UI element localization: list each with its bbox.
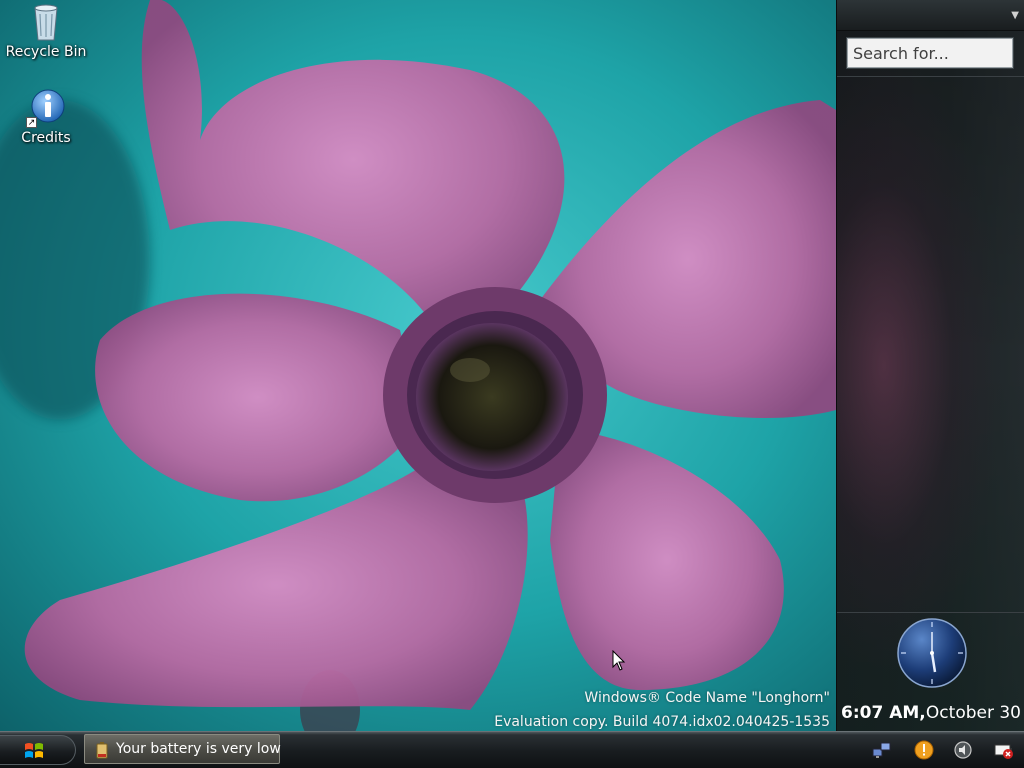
desktop-icon-recycle-bin[interactable]: Recycle Bin bbox=[0, 2, 92, 60]
mouse-cursor-icon bbox=[612, 649, 626, 676]
watermark-line-1: Windows® Code Name "Longhorn" bbox=[584, 690, 830, 706]
sidebar: ▼ 6:07 AM, Octob bbox=[836, 0, 1024, 731]
network-icon[interactable] bbox=[872, 740, 892, 760]
desktop-icon-label: Credits bbox=[21, 130, 71, 146]
taskbar: Your battery is very low bbox=[0, 731, 1024, 768]
start-button[interactable] bbox=[0, 735, 76, 765]
recycle-bin-icon bbox=[26, 2, 66, 42]
notification-icon[interactable] bbox=[914, 740, 934, 760]
clock-time: 6:07 AM, bbox=[841, 703, 926, 723]
shortcut-arrow-icon: ↗ bbox=[26, 117, 37, 128]
analog-clock-icon[interactable] bbox=[895, 616, 969, 690]
battery-warning-icon bbox=[95, 741, 109, 759]
build-watermark: Windows® Code Name "Longhorn" Evaluation… bbox=[494, 686, 830, 734]
taskbar-item-battery[interactable]: Your battery is very low bbox=[84, 734, 281, 764]
desktop-wallpaper bbox=[0, 0, 836, 731]
clock-date: October 30 bbox=[925, 703, 1021, 723]
sidebar-divider bbox=[837, 76, 1024, 77]
power-warning-icon[interactable] bbox=[994, 740, 1014, 760]
sidebar-header: ▼ bbox=[837, 0, 1024, 31]
volume-icon[interactable] bbox=[953, 740, 973, 760]
windows-logo-icon bbox=[24, 741, 44, 761]
taskbar-item-label: Your battery is very low bbox=[116, 741, 281, 757]
sidebar-clock-readout: 6:07 AM, October 30 bbox=[837, 701, 1024, 727]
search-input[interactable] bbox=[846, 37, 1014, 69]
desktop-icon-label: Recycle Bin bbox=[5, 44, 87, 60]
sidebar-menu-arrow-icon[interactable]: ▼ bbox=[1011, 10, 1019, 21]
info-icon: ↗ bbox=[26, 88, 66, 128]
sidebar-divider bbox=[837, 612, 1024, 613]
desktop-icon-credits[interactable]: ↗ Credits bbox=[0, 88, 92, 146]
